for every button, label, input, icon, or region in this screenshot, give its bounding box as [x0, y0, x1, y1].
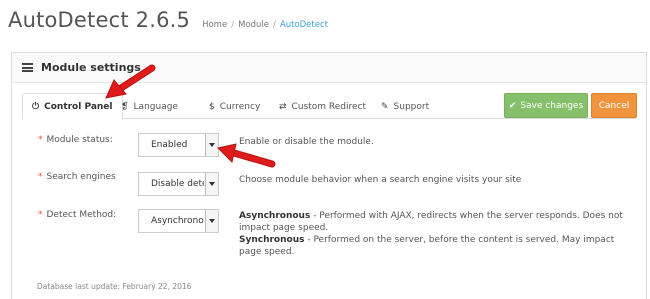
- wrench-icon: ✎: [381, 101, 389, 112]
- async-title: Asynchronous: [239, 211, 311, 221]
- async-help: Asynchronous - Performed with AJAX, redi…: [239, 210, 629, 234]
- breadcrumb-home[interactable]: Home: [202, 20, 227, 30]
- label-text: Search engines: [46, 172, 116, 182]
- tab-label: Language: [133, 101, 178, 112]
- search-engines-help: Choose module behavior when a search eng…: [239, 175, 522, 185]
- selected-value: Enabled: [151, 140, 188, 150]
- exchange-icon: ⇄: [279, 101, 287, 112]
- search-engines-select[interactable]: Disable detection: [138, 172, 219, 196]
- tab-label: Support: [393, 101, 430, 112]
- sync-title: Synchronous: [239, 235, 305, 245]
- annotation-arrow-status: [217, 143, 276, 168]
- detect-method-label: * Detect Method:: [38, 210, 116, 220]
- tab-label: Custom Redirect: [291, 101, 367, 112]
- required-marker: *: [38, 210, 43, 220]
- check-icon: ✔: [508, 100, 517, 111]
- module-status-select[interactable]: Enabled: [138, 133, 219, 157]
- chevron-down-icon[interactable]: [205, 210, 218, 232]
- module-status-label: * Module status:: [38, 135, 113, 145]
- tab-support[interactable]: ✎ Support: [372, 93, 438, 120]
- required-marker: *: [38, 172, 43, 182]
- page-header: AutoDetect 2.6.5 Home / Module / AutoDetect: [8, 8, 328, 32]
- tab-custom-redirect[interactable]: ⇄ Custom Redirect: [270, 93, 375, 120]
- page-title: AutoDetect 2.6.5: [8, 8, 191, 32]
- selected-value: Disable detection: [151, 179, 204, 189]
- detect-method-select[interactable]: Asynchronous: [138, 209, 219, 233]
- tab-label: Currency: [219, 101, 261, 112]
- database-last-update: Database last update: February 22, 2016: [37, 282, 192, 291]
- dollar-icon: $: [209, 101, 215, 112]
- sync-help: Synchronous - Performed on the server, b…: [239, 234, 629, 258]
- power-icon: ⏻: [32, 101, 40, 112]
- detect-method-help: Asynchronous - Performed with AJAX, redi…: [239, 210, 629, 258]
- label-text: Detect Method:: [46, 210, 117, 220]
- search-engines-label: * Search engines: [38, 172, 116, 182]
- cancel-button[interactable]: Cancel: [591, 93, 637, 118]
- cancel-label: Cancel: [598, 100, 630, 111]
- tab-label: Control Panel: [44, 101, 113, 112]
- save-label: Save changes: [520, 100, 584, 111]
- label-text: Module status:: [46, 135, 113, 145]
- required-marker: *: [38, 135, 43, 145]
- translate-icon: ❡: [121, 101, 129, 112]
- chevron-down-icon[interactable]: [205, 173, 218, 195]
- save-changes-button[interactable]: ✔ Save changes: [504, 93, 588, 118]
- tab-currency[interactable]: $ Currency: [200, 93, 269, 120]
- selected-value: Asynchronous: [151, 216, 204, 226]
- breadcrumb-module[interactable]: Module: [238, 20, 269, 30]
- breadcrumb-current[interactable]: AutoDetect: [280, 20, 328, 30]
- annotation-arrow-tab: [105, 64, 156, 99]
- breadcrumb: Home / Module / AutoDetect: [202, 20, 328, 30]
- list-icon: [22, 63, 33, 72]
